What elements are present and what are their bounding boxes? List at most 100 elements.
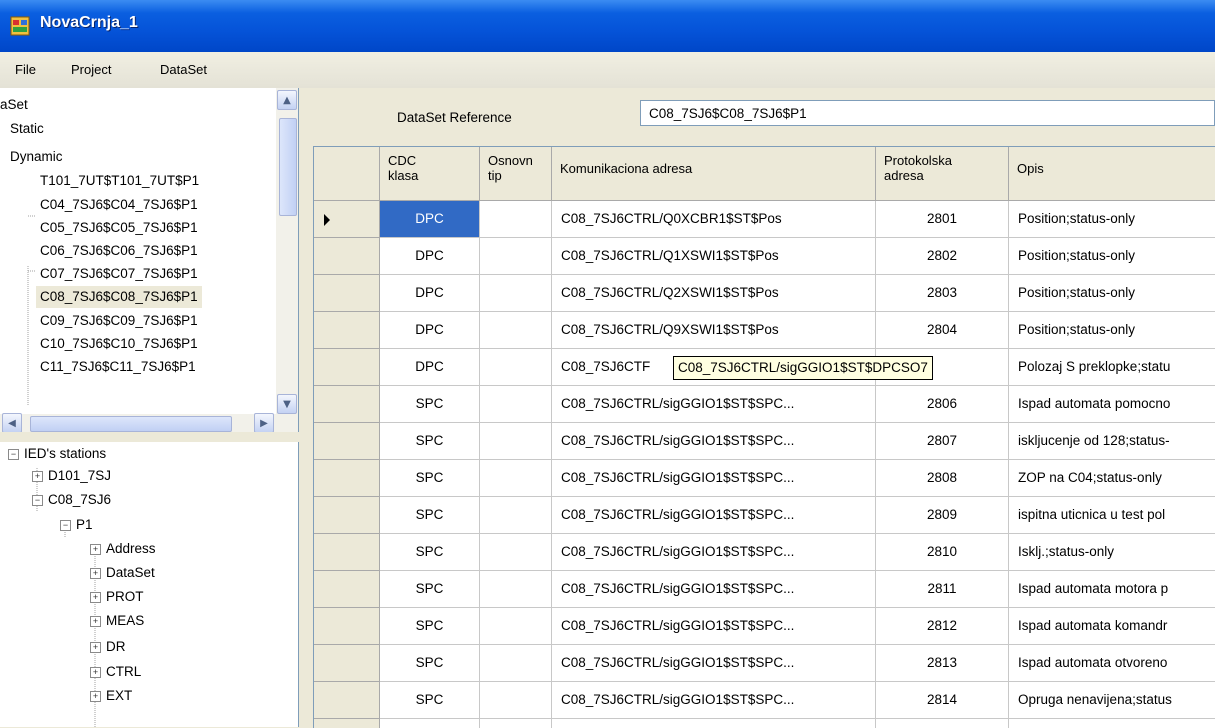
list-item[interactable]: Dynamic (10, 146, 63, 168)
cell-cdc[interactable]: SPC (380, 608, 480, 645)
cell-protokolska-adresa[interactable]: 2804 (876, 312, 1009, 349)
cell-komunikaciona-adresa[interactable]: C08_7SJ6CTRL/sigGGIO1$ST$SPC... (552, 497, 876, 534)
row-header[interactable] (314, 238, 380, 275)
cell-opis[interactable]: Position;status-only (1009, 238, 1215, 275)
menu-file[interactable]: File (15, 62, 36, 77)
cell-opis[interactable]: Opruga nenavijena;status (1009, 682, 1215, 719)
cell-komunikaciona-adresa[interactable]: C08_7SJ6CTRL/Q2XSWI1$ST$Pos (552, 275, 876, 312)
expand-icon[interactable]: + (90, 690, 101, 702)
list-item[interactable]: T101_7UT$T101_7UT$P1 (40, 170, 199, 192)
list-item-selected[interactable]: C08_7SJ6$C08_7SJ6$P1 (36, 286, 202, 308)
row-header[interactable] (314, 534, 380, 571)
cell-cdc[interactable]: DPC (380, 238, 480, 275)
expand-icon[interactable]: + (90, 641, 101, 653)
column-header-cdc[interactable]: CDC klasa (380, 147, 480, 201)
tree-node-p1[interactable]: − P1 (60, 515, 93, 535)
row-header[interactable] (314, 201, 380, 238)
cell-komunikaciona-adresa[interactable]: C08_7SJ6CTRL/sigGGIO1$ST$SPC... (552, 423, 876, 460)
cell-tip[interactable] (480, 238, 552, 275)
tree-node-dr[interactable]: + DR (90, 637, 126, 657)
cell-tip[interactable] (480, 645, 552, 682)
cell-tip[interactable] (480, 497, 552, 534)
vertical-splitter[interactable] (299, 88, 305, 727)
cell-komunikaciona-adresa[interactable]: C08_7SJ6CTRL/sigGGIO1$ST$SPC... (552, 534, 876, 571)
row-header[interactable] (314, 460, 380, 497)
cell-komunikaciona-adresa[interactable]: C08_7SJ6CTRL/sigGGIO1$ST$SPC... (552, 608, 876, 645)
cell-komunikaciona-adresa[interactable]: C08_7SJ6CTRL/sigGGIO1$ST$SPC... (552, 682, 876, 719)
cell-protokolska-adresa[interactable]: 2812 (876, 608, 1009, 645)
collapse-icon[interactable]: − (8, 448, 19, 460)
tree-node-c08[interactable]: − C08_7SJ6 (32, 490, 111, 510)
cell-tip[interactable] (480, 460, 552, 497)
cell-cdc[interactable]: DPC (380, 312, 480, 349)
list-item[interactable]: Static (10, 118, 44, 140)
list-item[interactable]: C05_7SJ6$C05_7SJ6$P1 (40, 217, 198, 239)
cell-tip[interactable] (480, 571, 552, 608)
list-item[interactable]: C06_7SJ6$C06_7SJ6$P1 (40, 240, 198, 262)
expand-icon[interactable]: + (90, 591, 101, 603)
list-item[interactable]: C10_7SJ6$C10_7SJ6$P1 (40, 333, 198, 355)
cell-komunikaciona-adresa[interactable]: C08_7SJ6CTRL/sigGGIO1$ST$SPC... (552, 645, 876, 682)
expand-icon[interactable]: + (90, 666, 101, 678)
cell-opis[interactable]: Position;status-only (1009, 201, 1215, 238)
cell-protokolska-adresa[interactable]: 2813 (876, 645, 1009, 682)
menu-dataset[interactable]: DataSet (160, 62, 207, 77)
cell-opis[interactable]: Position;status-only (1009, 312, 1215, 349)
tree-node-dataset[interactable]: + DataSet (90, 563, 155, 583)
tree-node-d101[interactable]: + D101_7SJ (32, 466, 111, 486)
horizontal-splitter[interactable] (0, 432, 299, 442)
cell-opis[interactable]: Ispad automata motora p (1009, 571, 1215, 608)
cell-opis[interactable]: iskljucenje od 128;status- (1009, 423, 1215, 460)
cell-protokolska-adresa[interactable]: 2806 (876, 386, 1009, 423)
tree-node-prot[interactable]: + PROT (90, 587, 144, 607)
cell-cdc[interactable]: SPC (380, 423, 480, 460)
expand-icon[interactable]: + (90, 543, 101, 555)
scroll-left-icon[interactable]: ◀ (2, 413, 22, 432)
cell-cdc[interactable]: DPC (380, 349, 480, 386)
collapse-icon[interactable]: − (32, 494, 43, 506)
cell-protokolska-adresa[interactable]: 2808 (876, 460, 1009, 497)
cell-tip[interactable] (480, 608, 552, 645)
cell-protokolska-adresa[interactable]: 2801 (876, 201, 1009, 238)
list-item[interactable]: C11_7SJ6$C11_7SJ6$P1 (40, 356, 196, 378)
tree-node-address[interactable]: + Address (90, 539, 156, 559)
cell-opis[interactable]: Ispad automata komandr (1009, 608, 1215, 645)
cell-tip[interactable] (480, 386, 552, 423)
row-header[interactable] (314, 682, 380, 719)
list-item[interactable]: aSet (0, 94, 28, 116)
cell-opis[interactable]: Ispad automata pomocno (1009, 386, 1215, 423)
scroll-down-icon[interactable]: ▼ (277, 394, 297, 414)
expand-icon[interactable]: + (90, 567, 101, 579)
cell-cdc[interactable]: SPC (380, 571, 480, 608)
cell-tip[interactable] (480, 201, 552, 238)
cell-cdc[interactable]: SPC (380, 645, 480, 682)
cell-protokolska-adresa[interactable]: 2810 (876, 534, 1009, 571)
row-header[interactable] (314, 608, 380, 645)
cell-cdc[interactable]: SPC (380, 460, 480, 497)
cell-protokolska-adresa[interactable]: 2809 (876, 497, 1009, 534)
cell-protokolska-adresa[interactable]: 2814 (876, 682, 1009, 719)
cell-komunikaciona-adresa[interactable]: C08_7SJ6CTRL/sigGGIO1$ST$SPC... (552, 386, 876, 423)
cell-tip[interactable] (480, 275, 552, 312)
cell-komunikaciona-adresa[interactable]: C08_7SJ6CTRL/Q0XCBR1$ST$Pos (552, 201, 876, 238)
menu-project[interactable]: Project (71, 62, 111, 77)
cell-opis[interactable]: ispitna uticnica u test pol (1009, 497, 1215, 534)
horizontal-scrollbar[interactable]: ◀ ▶ (0, 413, 276, 432)
cell-cdc[interactable]: SPC (380, 534, 480, 571)
dataset-reference-field[interactable]: C08_7SJ6$C08_7SJ6$P1 (640, 100, 1215, 126)
cell-tip[interactable] (480, 312, 552, 349)
cell-opis[interactable]: Position;status-only (1009, 275, 1215, 312)
column-header-komunikaciona-adresa[interactable]: Komunikaciona adresa (552, 147, 876, 201)
list-item[interactable]: C04_7SJ6$C04_7SJ6$P1 (40, 194, 198, 216)
scroll-up-icon[interactable]: ▲ (277, 90, 297, 110)
list-item[interactable]: C09_7SJ6$C09_7SJ6$P1 (40, 310, 198, 332)
cell-cdc[interactable]: SPC (380, 386, 480, 423)
cell-protokolska-adresa[interactable]: 2802 (876, 238, 1009, 275)
cell-cdc[interactable]: DPC (380, 201, 480, 238)
row-header[interactable] (314, 497, 380, 534)
tree-node-meas[interactable]: + MEAS (90, 611, 144, 631)
cell-opis[interactable]: Isklj.;status-only (1009, 534, 1215, 571)
row-header[interactable] (314, 386, 380, 423)
column-header-opis[interactable]: Opis (1009, 147, 1215, 201)
tree-node-ext[interactable]: + EXT (90, 686, 132, 706)
